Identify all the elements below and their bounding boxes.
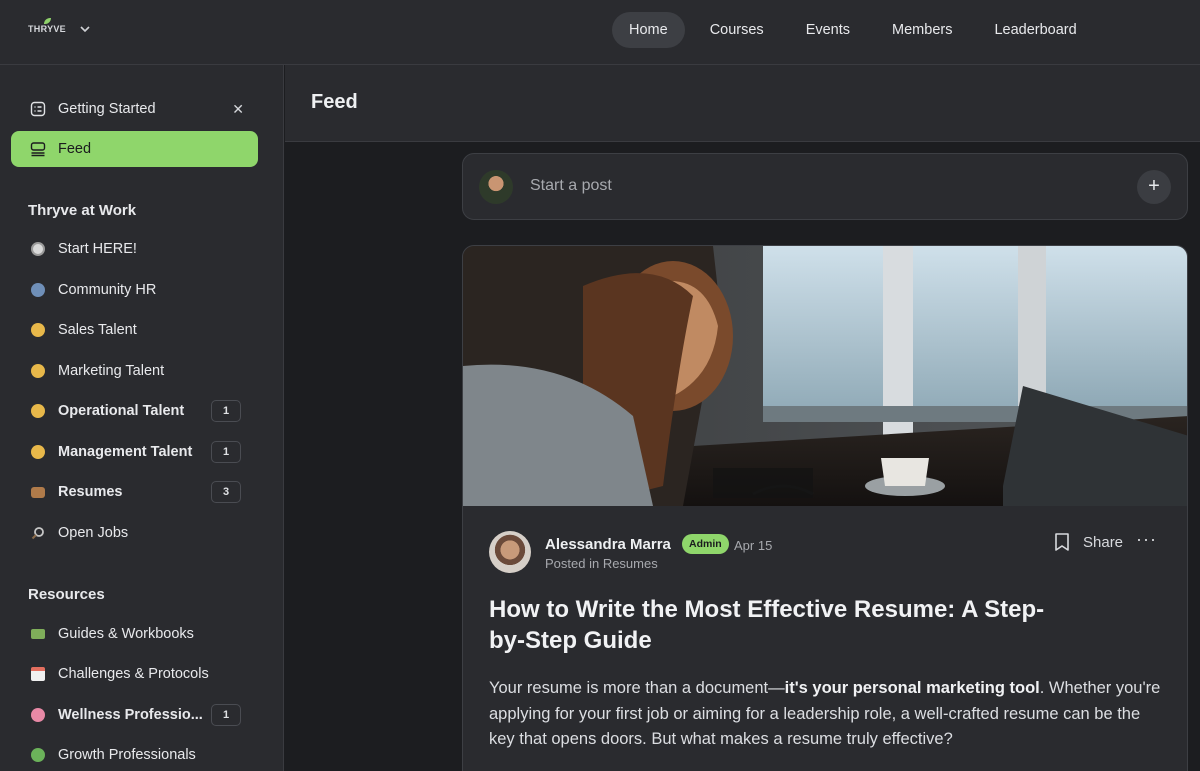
sidebar-item-open-jobs[interactable]: Open Jobs: [11, 515, 258, 551]
feed-post-card: Alessandra Marra Admin Apr 15 Posted in …: [462, 245, 1188, 771]
nav-leaderboard[interactable]: Leaderboard: [977, 12, 1093, 48]
nav-members[interactable]: Members: [875, 12, 969, 48]
bookmark-icon[interactable]: [1053, 532, 1071, 557]
start-post-box[interactable]: Start a post +: [462, 153, 1188, 220]
post-date: Apr 15: [734, 538, 773, 553]
unread-badge: 1: [211, 441, 241, 463]
plant-icon: [30, 747, 46, 763]
share-button[interactable]: Share: [1083, 534, 1123, 551]
section-title-thryve-at-work: Thryve at Work: [28, 202, 137, 219]
posted-in-label[interactable]: Posted in Resumes: [545, 556, 658, 571]
sidebar-item-start-here[interactable]: Start HERE!: [11, 231, 258, 267]
author-avatar[interactable]: [489, 531, 531, 573]
thryve-logo: THRYVE: [28, 18, 66, 34]
nav-courses[interactable]: Courses: [693, 12, 781, 48]
compass-icon: [30, 241, 46, 257]
unread-badge: 3: [211, 481, 241, 503]
sidebar-item-wellness-professionals[interactable]: Wellness Professio... 1: [11, 697, 258, 733]
admin-badge: Admin: [682, 534, 729, 554]
sidebar-item-community-hr[interactable]: Community HR: [11, 272, 258, 308]
sidebar-item-operational-talent[interactable]: Operational Talent 1: [11, 393, 258, 429]
money-face-icon: [30, 322, 46, 338]
more-options-icon[interactable]: ···: [1136, 529, 1157, 550]
close-icon[interactable]: ✕: [232, 101, 244, 118]
section-title-resources: Resources: [28, 586, 105, 603]
magnifier-icon: [30, 525, 46, 541]
nav-home[interactable]: Home: [612, 12, 685, 48]
main-header: Feed: [285, 65, 1200, 142]
add-post-button[interactable]: +: [1137, 170, 1171, 204]
unread-badge: 1: [211, 704, 241, 726]
sidebar-item-feed[interactable]: Feed: [11, 131, 258, 167]
sidebar: Getting Started ✕ Feed Thryve at Work St…: [0, 65, 284, 771]
page-title: Feed: [311, 91, 358, 113]
books-icon: [30, 626, 46, 642]
post-cover-image: [463, 246, 1187, 506]
top-bar: THRYVE Home Courses Events Members Leade…: [0, 0, 1200, 65]
sidebar-item-label: Getting Started: [58, 101, 156, 117]
sidebar-item-label: Feed: [58, 141, 92, 157]
feed-icon: [30, 141, 46, 157]
sidebar-item-growth-professionals[interactable]: Growth Professionals: [11, 737, 258, 771]
cowboy-face-icon: [30, 444, 46, 460]
nerd-face-icon: [30, 403, 46, 419]
community-switcher[interactable]: THRYVE: [28, 18, 90, 36]
checklist-icon: [30, 101, 46, 117]
start-post-input[interactable]: Start a post: [530, 177, 612, 195]
sidebar-item-sales-talent[interactable]: Sales Talent: [11, 312, 258, 348]
nav-events[interactable]: Events: [789, 12, 867, 48]
main-nav: Home Courses Events Members Leaderboard: [612, 12, 1102, 48]
unread-badge: 1: [211, 400, 241, 422]
author-name[interactable]: Alessandra Marra: [545, 536, 671, 553]
post-title[interactable]: How to Write the Most Effective Resume: …: [489, 594, 1049, 656]
post-body: Your resume is more than a document—it's…: [489, 679, 1161, 748]
sidebar-item-challenges-protocols[interactable]: Challenges & Protocols: [11, 656, 258, 692]
sidebar-item-marketing-talent[interactable]: Marketing Talent: [11, 353, 258, 389]
plus-icon: +: [1148, 175, 1160, 197]
chevron-down-icon: [80, 22, 90, 36]
avatar: [479, 170, 513, 204]
sidebar-item-guides-workbooks[interactable]: Guides & Workbooks: [11, 616, 258, 652]
speech-icon: [30, 282, 46, 298]
briefcase-icon: [30, 484, 46, 500]
brain-icon: [30, 707, 46, 723]
sidebar-item-getting-started[interactable]: Getting Started ✕: [11, 91, 258, 127]
sidebar-item-management-talent[interactable]: Management Talent 1: [11, 434, 258, 470]
calendar-icon: [30, 666, 46, 682]
sidebar-item-resumes[interactable]: Resumes 3: [11, 474, 258, 510]
smirk-face-icon: [30, 363, 46, 379]
